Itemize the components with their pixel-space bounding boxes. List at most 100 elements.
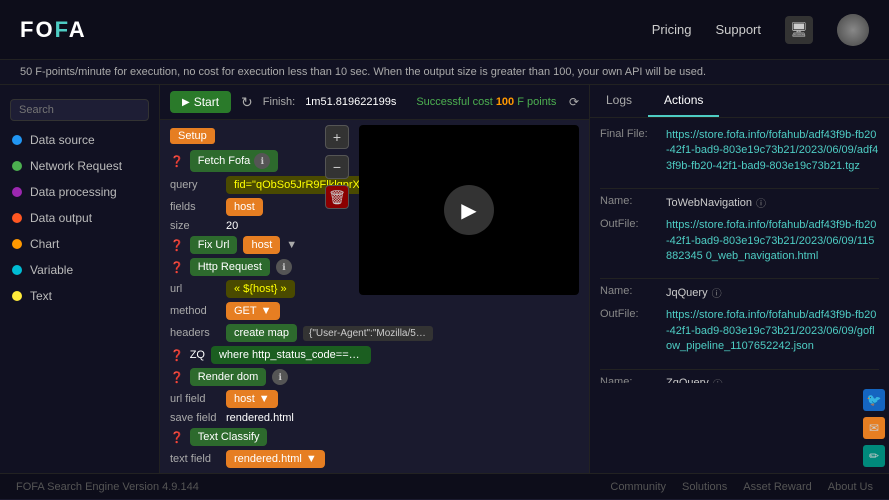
video-player: ▶ (359, 125, 579, 295)
footer: FOFA Search Engine Version 4.9.144 Commu… (0, 473, 889, 499)
sidebar-item-data-source[interactable]: Data source (0, 127, 159, 153)
info-icon-1: ⓘ (756, 195, 766, 210)
dot-network-request (12, 161, 22, 171)
name-key-1: Name: (600, 195, 660, 210)
dot-data-output (12, 213, 22, 223)
text-field-label: text field (170, 453, 220, 465)
zq-label: ZQ (190, 349, 205, 361)
sidebar-item-data-processing[interactable]: Data processing (0, 179, 159, 205)
success-label: Successful cost (416, 96, 492, 108)
sidebar-label-network-request: Network Request (30, 159, 122, 173)
block-headers: headers create map {"User-Agent":"Mozill… (170, 324, 579, 342)
text-classify-block[interactable]: Text Classify (190, 428, 268, 446)
outfile-key-2: OutFile: (600, 308, 660, 354)
towebnavigation-label: ToWebNavigation (666, 197, 752, 209)
text-field-value[interactable]: rendered.html ▼ (226, 450, 325, 468)
url-value[interactable]: « ${host} » (226, 280, 295, 298)
footer-community[interactable]: Community (610, 481, 666, 493)
footer-asset-reward[interactable]: Asset Reward (743, 481, 811, 493)
dot-data-processing (12, 187, 22, 197)
footer-about-us[interactable]: About Us (828, 481, 873, 493)
sidebar-item-variable[interactable]: Variable (0, 257, 159, 283)
twitter-icon[interactable]: 🐦 (863, 389, 885, 411)
play-button[interactable]: ▶ (444, 185, 494, 235)
toolbar: Start ↻ Finish: 1m51.819622199s Successf… (160, 85, 589, 120)
block-save-field-1: save field rendered.html (170, 412, 579, 424)
render-dom-block[interactable]: Render dom (190, 368, 267, 386)
method-value[interactable]: GET ▼ (226, 302, 280, 320)
question-icon-classify: ❓ (170, 431, 184, 444)
refresh-icon[interactable]: ↻ (241, 94, 253, 111)
zoom-in-button[interactable]: + (325, 125, 349, 149)
user-avatar[interactable] (837, 14, 869, 46)
fetch-fofa-block[interactable]: Fetch Fofa ℹ (190, 150, 279, 172)
block-render-dom: ❓ Render dom ℹ (170, 368, 579, 386)
block-url-field: url field host ▼ (170, 390, 579, 408)
towebnavigation-outfile[interactable]: https://store.fofa.info/fofahub/adf43f9b… (666, 218, 879, 264)
sidebar-label-chart: Chart (30, 237, 59, 251)
sidebar-label-text: Text (30, 289, 52, 303)
panel-tabs: Logs Actions (590, 85, 889, 118)
fix-url-arrow: ▼ (286, 239, 297, 251)
sidebar-item-text[interactable]: Text (0, 283, 159, 309)
setup-label: Setup (170, 128, 215, 144)
tab-actions[interactable]: Actions (648, 85, 719, 117)
fields-label: fields (170, 201, 220, 213)
sidebar-item-chart[interactable]: Chart (0, 231, 159, 257)
sidebar-item-data-output[interactable]: Data output (0, 205, 159, 231)
zqquery-name: ZqQuery ⓘ (666, 376, 723, 383)
url-field-value[interactable]: host ▼ (226, 390, 278, 408)
method-label: method (170, 305, 220, 317)
final-file-val[interactable]: https://store.fofa.info/fofahub/adf43f9b… (666, 128, 879, 174)
footer-solutions[interactable]: Solutions (682, 481, 727, 493)
monitor-icon[interactable]: 🖥 (785, 16, 813, 44)
delete-button[interactable]: 🗑 (325, 185, 349, 209)
block-text-classify: ❓ Text Classify (170, 428, 579, 446)
save-field-1-label: save field (170, 412, 220, 424)
headers-value: {"User-Agent":"Mozilla/5.0 (platform; rv… (303, 326, 433, 341)
nav-pricing[interactable]: Pricing (652, 22, 692, 37)
fields-value[interactable]: host (226, 198, 263, 216)
info-icon-2: ⓘ (712, 285, 722, 300)
url-label: url (170, 283, 220, 295)
http-badge: ℹ (276, 259, 292, 275)
question-icon-fixurl: ❓ (170, 239, 184, 252)
question-icon-render: ❓ (170, 371, 184, 384)
finish-value: 1m51.819622199s (305, 96, 396, 108)
fetch-fofa-label: Fetch Fofa (198, 155, 251, 167)
fix-url-block[interactable]: Fix Url (190, 236, 238, 254)
search-input[interactable] (10, 99, 149, 121)
question-icon-http: ❓ (170, 261, 184, 274)
edit-icon[interactable]: ✏ (863, 445, 885, 467)
divider-3 (600, 369, 879, 370)
block-text-field: text field rendered.html ▼ (170, 450, 579, 468)
tab-logs[interactable]: Logs (590, 85, 648, 117)
jqquery-outfile[interactable]: https://store.fofa.info/fofahub/adf43f9b… (666, 308, 879, 354)
http-request-block[interactable]: Http Request (190, 258, 270, 276)
logo: FOFA (20, 17, 87, 43)
method-chevron: ▼ (261, 305, 272, 317)
email-icon[interactable]: ✉ (863, 417, 885, 439)
zq-value[interactable]: where http_status_code==200 | drop http_… (211, 346, 371, 364)
final-file-section: Final File: https://store.fofa.info/fofa… (600, 128, 879, 174)
success-text: Successful cost 100 F points (416, 96, 556, 108)
zqquery-name-row: Name: ZqQuery ⓘ (600, 376, 879, 383)
reload-icon[interactable]: ⟳ (569, 95, 579, 109)
sidebar-label-data-source: Data source (30, 133, 95, 147)
info-text: 50 F-points/minute for execution, no cos… (20, 66, 706, 78)
headers-label: headers (170, 327, 220, 339)
url-field-label: url field (170, 393, 220, 405)
question-icon-zq: ❓ (170, 349, 184, 362)
fix-url-host[interactable]: host (243, 236, 280, 254)
dot-text (12, 291, 22, 301)
jqquery-name-row: Name: JqQuery ⓘ (600, 285, 879, 300)
sidebar-item-network-request[interactable]: Network Request (0, 153, 159, 179)
nav-support[interactable]: Support (715, 22, 761, 37)
zoom-out-button[interactable]: − (325, 155, 349, 179)
outfile-key-1: OutFile: (600, 218, 660, 264)
create-map-btn[interactable]: create map (226, 324, 297, 342)
dot-variable (12, 265, 22, 275)
divider-1 (600, 188, 879, 189)
start-button[interactable]: Start (170, 91, 231, 113)
jqquery-outfile-row: OutFile: https://store.fofa.info/fofahub… (600, 308, 879, 354)
